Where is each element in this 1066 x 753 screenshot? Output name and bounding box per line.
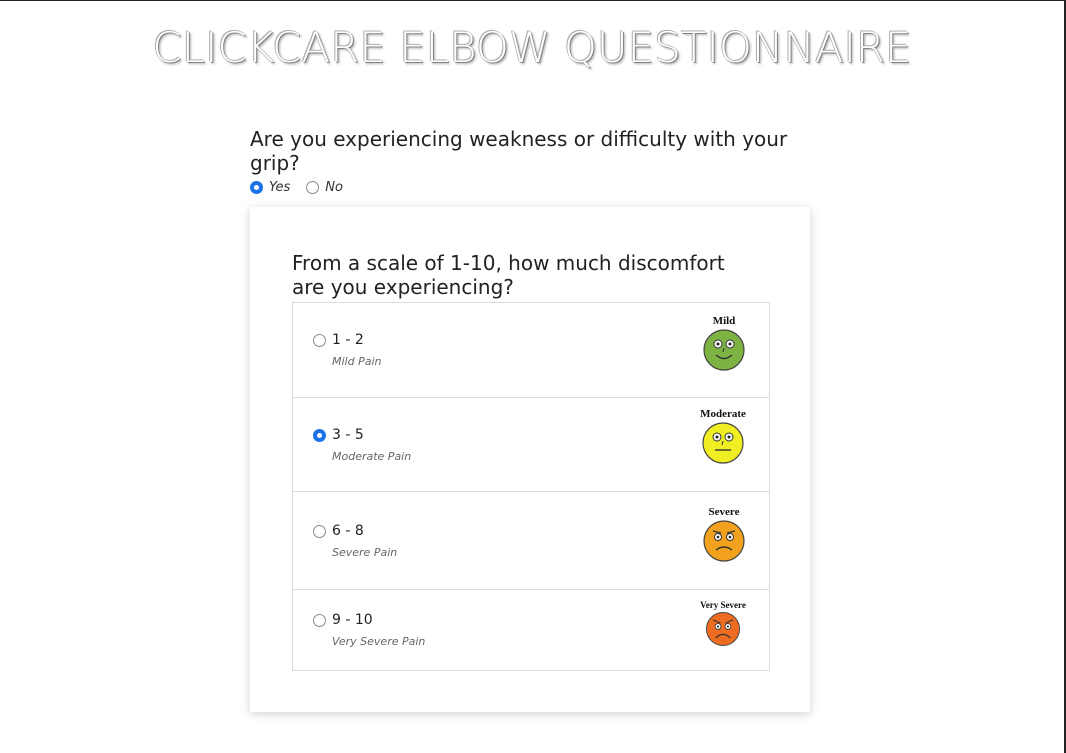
option-range: 1 - 2: [332, 332, 364, 348]
happy-face-icon: [703, 329, 745, 371]
radio-no[interactable]: [306, 181, 320, 194]
option-description: Mild Pain: [332, 355, 382, 368]
option-label-row: 9 - 10: [313, 612, 373, 628]
option-range: 6 - 8: [332, 523, 364, 539]
option-description: Moderate Pain: [332, 450, 412, 463]
discomfort-options-list: 1 - 2 Mild Pain Mild 3 - 5 Moderate Pain…: [292, 302, 770, 671]
radio-moderate[interactable]: [313, 428, 326, 442]
option-range: 9 - 10: [332, 612, 373, 628]
radio-very-severe[interactable]: [313, 613, 326, 627]
neutral-face-icon: [702, 422, 744, 464]
grip-option-no[interactable]: No: [306, 180, 343, 195]
discomfort-option-very-severe[interactable]: 9 - 10 Very Severe Pain Very Severe: [293, 590, 769, 670]
option-label-row: 3 - 5: [313, 427, 364, 443]
face-severe: Severe: [699, 506, 749, 568]
face-very-severe: Very Severe: [691, 600, 755, 652]
radio-mild[interactable]: [313, 333, 326, 347]
grip-option-no-label: No: [325, 180, 343, 195]
question-discomfort: From a scale of 1-10, how much discomfor…: [292, 251, 725, 299]
option-label-row: 1 - 2: [313, 332, 364, 348]
discomfort-option-severe[interactable]: 6 - 8 Severe Pain Severe: [293, 492, 769, 590]
option-range: 3 - 5: [332, 427, 364, 443]
grip-option-yes-label: Yes: [269, 180, 291, 195]
sad-face-icon: [703, 520, 745, 562]
grip-options: Yes No: [250, 180, 343, 195]
option-label-row: 6 - 8: [313, 523, 364, 539]
question-grip: Are you experiencing weakness or difficu…: [250, 127, 788, 175]
radio-yes[interactable]: [250, 181, 263, 194]
face-mild: Mild: [699, 315, 749, 377]
crying-face-icon: [705, 611, 741, 647]
grip-option-yes[interactable]: Yes: [250, 180, 290, 195]
face-label: Mild: [712, 315, 736, 327]
discomfort-option-mild[interactable]: 1 - 2 Mild Pain Mild: [293, 303, 769, 398]
discomfort-option-moderate[interactable]: 3 - 5 Moderate Pain Moderate: [293, 398, 769, 492]
option-description: Severe Pain: [332, 546, 398, 559]
radio-severe[interactable]: [313, 524, 326, 538]
face-label: Severe: [708, 506, 740, 518]
discomfort-card: From a scale of 1-10, how much discomfor…: [250, 207, 810, 712]
face-label: Moderate: [700, 408, 746, 420]
option-description: Very Severe Pain: [332, 635, 426, 648]
face-label: Very Severe: [700, 600, 746, 610]
face-moderate: Moderate: [693, 408, 753, 470]
page-title: CLICKCARE ELBOW QUESTIONNAIRE: [152, 23, 912, 72]
